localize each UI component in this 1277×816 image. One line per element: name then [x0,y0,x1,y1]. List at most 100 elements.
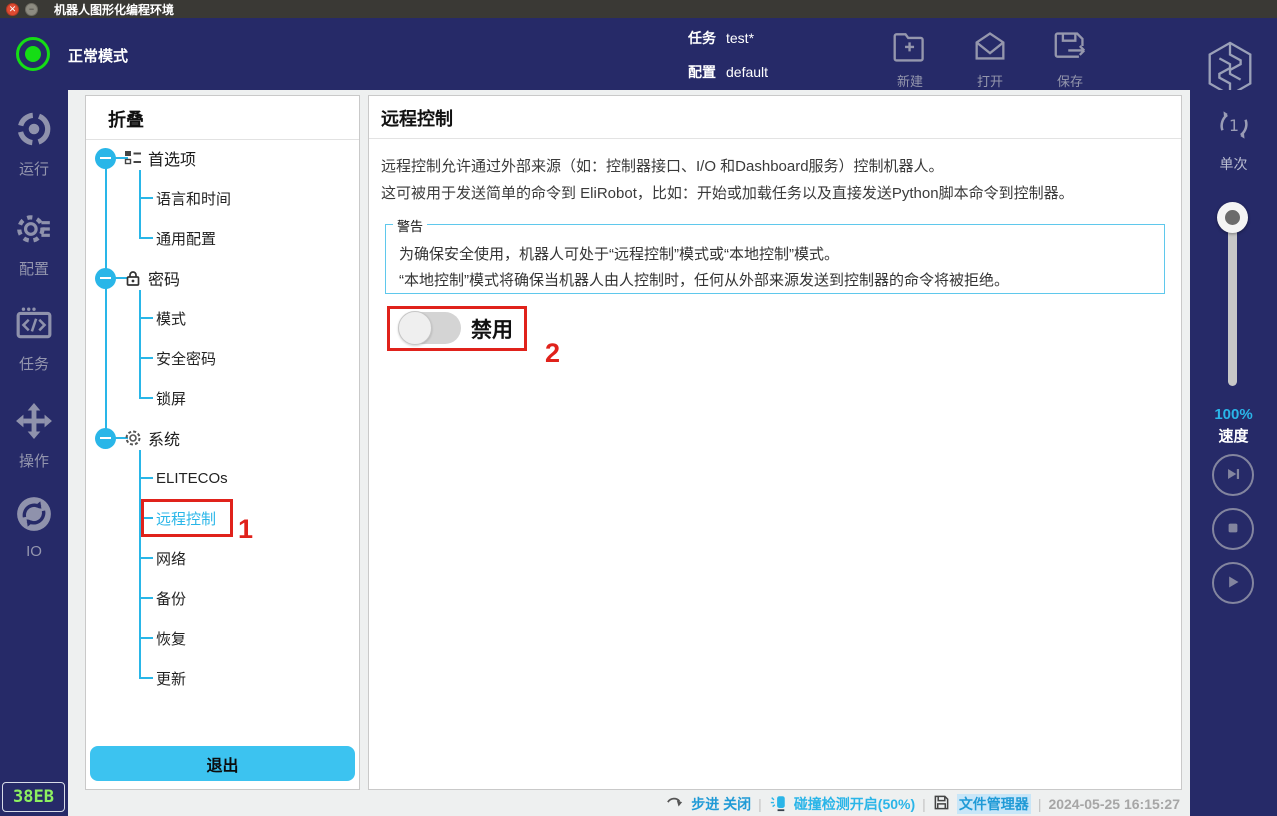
settings-tree-panel: 折叠 首选项 语言和时间 通用配置 [85,95,360,790]
exit-button[interactable]: 退出 [90,746,355,781]
nav-item-run[interactable]: 运行 [0,110,68,179]
nav-item-operate-label: 操作 [19,450,49,471]
annotation-box-1 [141,499,233,537]
nav-item-task[interactable]: 任务 [0,305,68,374]
tree-item-lock-screen[interactable]: 锁屏 [86,378,359,418]
run-icon [15,110,53,153]
collision-detection-icon [769,794,787,815]
open-file-icon [972,30,1008,67]
tree-item-backup[interactable]: 备份 [86,578,359,618]
nav-item-task-label: 任务 [19,353,49,374]
speed-slider-knob[interactable] [1217,202,1248,233]
config-value: default [726,64,768,80]
right-control-rail: 1 单次 100% 速度 [1190,90,1277,816]
statusbar-separator: | [1038,796,1042,812]
description-line-2: 这可被用于发送简单的命令到 EliRobot，比如：开始或加载任务以及直接发送P… [381,180,1074,207]
new-button[interactable]: 新建 [878,30,942,90]
io-sync-icon [15,495,53,538]
tree-item-system-label: 系统 [148,426,180,450]
step-mode-status[interactable]: 步进 关闭 [691,794,751,814]
collapse-node-icon[interactable] [95,268,116,289]
open-button-label: 打开 [977,71,1003,90]
statusbar-separator: | [922,796,926,812]
task-row: 任务 test* [688,28,754,48]
tree-item-preferences-label: 首选项 [148,146,196,170]
window-title: 机器人图形化编程环境 [54,1,174,18]
preferences-icon [124,149,142,167]
file-manager-link[interactable]: 文件管理器 [957,794,1031,814]
tree-item-restore[interactable]: 恢复 [86,618,359,658]
tree-item-mode[interactable]: 模式 [86,298,359,338]
step-mode-icon [666,795,684,814]
tree-item-password[interactable]: 密码 [86,258,359,298]
speed-label: 速度 [1190,425,1277,446]
tree-item-system[interactable]: 系统 [86,418,359,458]
save-button-label: 保存 [1057,71,1083,90]
annotation-box-2 [387,306,527,351]
tree-item-update[interactable]: 更新 [86,658,359,698]
title-divider [369,138,1181,139]
collapse-node-icon[interactable] [95,148,116,169]
single-run-label: 单次 [1220,154,1248,174]
warning-text: 为确保安全使用，机器人可处于“远程控制”模式或“本地控制”模式。 “本地控制”模… [399,242,1009,294]
annotation-number-1: 1 [238,514,253,545]
speed-slider-track[interactable] [1228,218,1237,386]
speed-value: 100% [1190,406,1277,423]
task-label: 任务 [688,28,716,48]
save-button[interactable]: 保存 [1038,30,1102,90]
os-titlebar: ✕ − 机器人图形化编程环境 [0,0,1277,18]
config-label: 配置 [688,62,716,82]
step-forward-button[interactable] [1212,454,1254,496]
task-value: test* [726,30,754,46]
annotation-number-2: 2 [545,338,560,369]
tree-collapse-header[interactable]: 折叠 [108,106,144,132]
warning-line-2: “本地控制”模式将确保当机器人由人控制时，任何从外部来源发送到控制器的命令将被拒… [399,268,1009,294]
step-forward-icon [1222,463,1244,488]
config-gear-icon [15,210,53,253]
file-manager-icon [933,794,950,814]
collapse-node-icon[interactable] [95,428,116,449]
new-file-icon [892,30,928,67]
collision-detection-status[interactable]: 碰撞检测开启(50%) [794,794,915,814]
mode-status-dot [25,46,41,62]
window-close-icon[interactable]: ✕ [6,3,19,16]
nav-item-io[interactable]: IO [0,495,68,560]
tree-item-safety-password[interactable]: 安全密码 [86,338,359,378]
status-badge: 38EB [2,782,65,812]
single-run-control[interactable]: 1 单次 [1190,104,1277,174]
tree-item-language-time[interactable]: 语言和时间 [86,178,359,218]
left-nav-rail: 运行 配置 任务 [0,90,68,816]
config-row: 配置 default [688,62,768,82]
play-icon [1222,571,1244,596]
stop-icon [1222,517,1244,542]
statusbar-timestamp: 2024-05-25 16:15:27 [1048,796,1180,812]
stop-button[interactable] [1212,508,1254,550]
nav-item-operate[interactable]: 操作 [0,402,68,471]
page-title: 远程控制 [381,105,453,131]
description-text: 远程控制允许通过外部来源（如：控制器接口、I/O 和Dashboard服务）控制… [381,153,1074,207]
single-cycle-icon: 1 [1213,104,1255,151]
task-code-icon [15,305,53,348]
nav-item-run-label: 运行 [19,158,49,179]
system-gear-icon [124,429,142,447]
window-minimize-icon[interactable]: − [25,3,38,16]
lock-icon [124,269,142,287]
statusbar-separator: | [758,796,762,812]
remote-control-panel: 远程控制 远程控制允许通过外部来源（如：控制器接口、I/O 和Dashboard… [368,95,1182,790]
tree-item-password-label: 密码 [148,266,180,290]
tree-item-preferences[interactable]: 首选项 [86,138,359,178]
app-header: 正常模式 任务 test* 配置 default 新建 打开 [0,18,1277,90]
nav-item-config[interactable]: 配置 [0,210,68,279]
move-arrows-icon [15,402,53,445]
tree-item-elitecos[interactable]: ELITECOs [86,458,359,498]
svg-text:1: 1 [1228,116,1238,135]
mode-status-icon [16,37,50,71]
save-file-icon [1052,30,1088,67]
status-bar: 步进 关闭 | 碰撞检测开启(50%) | 文件管理器 | 2024-05-25… [200,792,1180,816]
tree-item-general-config[interactable]: 通用配置 [86,218,359,258]
warning-legend: 警告 [393,216,427,235]
nav-item-config-label: 配置 [19,258,49,279]
tree-item-network[interactable]: 网络 [86,538,359,578]
open-button[interactable]: 打开 [958,30,1022,90]
play-button[interactable] [1212,562,1254,604]
